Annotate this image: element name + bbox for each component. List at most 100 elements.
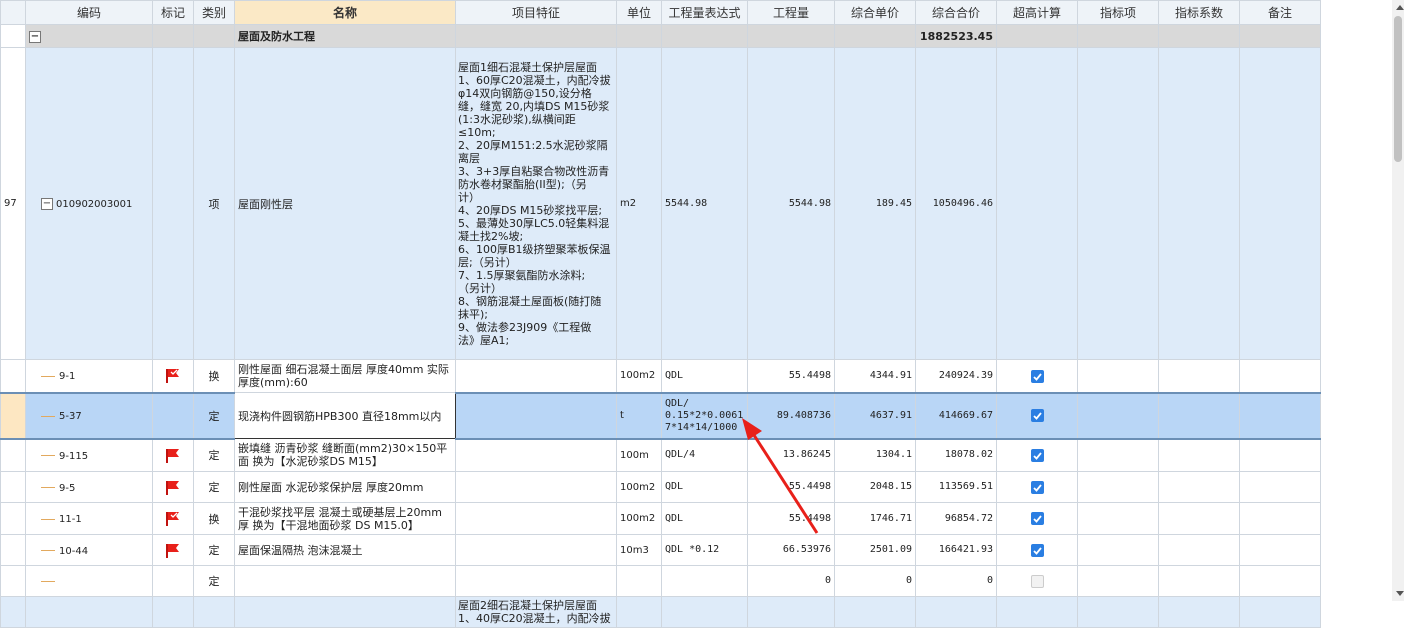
quota-code-cell[interactable]: 9-115 bbox=[25, 438, 153, 472]
item-features[interactable]: 屋面2细石混凝土保护层屋面 1、40厚C20混凝土，内配冷拔 bbox=[455, 596, 617, 628]
checkbox-checked-icon[interactable] bbox=[1030, 480, 1044, 494]
item-name[interactable]: 屋面刚性层 bbox=[234, 47, 456, 360]
quota-quantity[interactable]: 13.86245 bbox=[747, 438, 835, 472]
item-category[interactable]: 项 bbox=[193, 47, 235, 360]
quota-code-cell[interactable]: 9-5 bbox=[25, 471, 153, 503]
over-height-checkbox[interactable] bbox=[996, 471, 1078, 503]
header-unit[interactable]: 单位 bbox=[616, 0, 662, 25]
quota-row[interactable]: 9-1 换 刚性屋面 细石混凝土面层 厚度40mm 实际厚度(mm):60 10… bbox=[0, 359, 1321, 393]
quota-category[interactable]: 定 bbox=[193, 438, 235, 472]
quota-unit[interactable]: 100m2 bbox=[616, 471, 662, 503]
over-height-checkbox[interactable] bbox=[996, 534, 1078, 566]
item-unit[interactable]: m2 bbox=[616, 47, 662, 360]
quota-unit[interactable]: 100m2 bbox=[616, 502, 662, 535]
quota-name[interactable]: 屋面保温隔热 泡沫混凝土 bbox=[234, 534, 456, 566]
quota-code-cell[interactable]: 11-1 bbox=[25, 502, 153, 535]
quota-name[interactable]: 刚性屋面 细石混凝土面层 厚度40mm 实际厚度(mm):60 bbox=[234, 359, 456, 393]
checkbox-unchecked-icon[interactable] bbox=[1030, 574, 1044, 588]
quota-mark[interactable] bbox=[152, 471, 194, 503]
group-row[interactable]: − 屋面及防水工程 1882523.45 bbox=[0, 24, 1321, 48]
quota-quantity[interactable]: 55.4498 bbox=[747, 359, 835, 393]
bill-item-row-next[interactable]: 屋面2细石混凝土保护层屋面 1、40厚C20混凝土，内配冷拔 bbox=[0, 596, 1321, 628]
item-quantity-expression[interactable]: 5544.98 bbox=[661, 47, 748, 360]
quota-quantity[interactable]: 89.408736 bbox=[747, 391, 835, 440]
quota-unit-price[interactable]: 1746.71 bbox=[834, 502, 916, 535]
header-over-height[interactable]: 超高计算 bbox=[996, 0, 1078, 25]
quota-name[interactable] bbox=[234, 565, 456, 597]
minus-box-icon[interactable]: − bbox=[41, 198, 53, 210]
header-unit-price[interactable]: 综合单价 bbox=[834, 0, 916, 25]
quota-quantity-expression[interactable] bbox=[661, 565, 748, 597]
quota-quantity[interactable]: 0 bbox=[747, 565, 835, 597]
quota-category[interactable]: 定 bbox=[193, 565, 235, 597]
header-category[interactable]: 类别 bbox=[193, 0, 235, 25]
quota-code-cell[interactable]: 5-37 bbox=[25, 391, 153, 440]
quota-row-selected[interactable]: 5-37 定 现浇构件圆钢筋HPB300 直径18mm以内 t QDL/ 0.1… bbox=[0, 391, 1321, 440]
quota-quantity[interactable]: 55.4498 bbox=[747, 471, 835, 503]
quota-quantity[interactable]: 55.4498 bbox=[747, 502, 835, 535]
quota-unit[interactable] bbox=[616, 565, 662, 597]
header-row-index[interactable] bbox=[0, 0, 26, 25]
quota-code-cell[interactable] bbox=[25, 565, 153, 597]
header-mark[interactable]: 标记 bbox=[152, 0, 194, 25]
group-name[interactable]: 屋面及防水工程 bbox=[234, 24, 456, 48]
over-height-checkbox[interactable] bbox=[996, 438, 1078, 472]
scrollbar-thumb[interactable] bbox=[1394, 16, 1402, 162]
item-quantity[interactable]: 5544.98 bbox=[747, 47, 835, 360]
quota-quantity-expression[interactable]: QDL bbox=[661, 471, 748, 503]
checkbox-checked-icon[interactable] bbox=[1030, 512, 1044, 526]
quota-quantity-expression[interactable]: QDL/ 0.15*2*0.0061 7*14*14/1000 bbox=[661, 391, 748, 440]
quota-name[interactable]: 干混砂浆找平层 混凝土或硬基层上20mm厚 换为【干混地面砂浆 DS M15.0… bbox=[234, 502, 456, 535]
quota-mark[interactable] bbox=[152, 359, 194, 393]
quota-mark[interactable] bbox=[152, 534, 194, 566]
header-index-item[interactable]: 指标项 bbox=[1077, 0, 1159, 25]
checkbox-checked-icon[interactable] bbox=[1030, 369, 1044, 383]
quota-unit-price[interactable]: 1304.1 bbox=[834, 438, 916, 472]
quota-mark[interactable] bbox=[152, 565, 194, 597]
quota-unit-price[interactable]: 2501.09 bbox=[834, 534, 916, 566]
checkbox-checked-icon[interactable] bbox=[1030, 409, 1044, 423]
quota-category[interactable]: 换 bbox=[193, 359, 235, 393]
item-mark[interactable] bbox=[152, 47, 194, 360]
quota-row[interactable]: 11-1 换 干混砂浆找平层 混凝土或硬基层上20mm厚 换为【干混地面砂浆 D… bbox=[0, 502, 1321, 535]
quota-row[interactable]: 10-44 定 屋面保温隔热 泡沫混凝土 10m3 QDL *0.12 66.5… bbox=[0, 534, 1321, 566]
quota-mark[interactable] bbox=[152, 502, 194, 535]
header-code[interactable]: 编码 bbox=[25, 0, 153, 25]
item-code-cell[interactable]: −010902003001 bbox=[25, 47, 153, 360]
header-index-coefficient[interactable]: 指标系数 bbox=[1158, 0, 1240, 25]
quota-unit-price[interactable]: 4637.91 bbox=[834, 391, 916, 440]
quota-category[interactable]: 定 bbox=[193, 471, 235, 503]
quota-quantity-expression[interactable]: QDL bbox=[661, 502, 748, 535]
quota-code-cell[interactable]: 10-44 bbox=[25, 534, 153, 566]
quota-category[interactable]: 换 bbox=[193, 502, 235, 535]
checkbox-checked-icon[interactable] bbox=[1030, 449, 1044, 462]
quota-mark[interactable] bbox=[152, 391, 194, 440]
item-unit-price[interactable]: 189.45 bbox=[834, 47, 916, 360]
scroll-down-arrow-icon[interactable] bbox=[1396, 591, 1404, 596]
over-height-checkbox[interactable] bbox=[996, 565, 1078, 597]
quota-code-cell[interactable]: 9-1 bbox=[25, 359, 153, 393]
header-name[interactable]: 名称 bbox=[234, 0, 456, 25]
header-quantity[interactable]: 工程量 bbox=[747, 0, 835, 25]
quota-unit[interactable]: 100m bbox=[616, 438, 662, 472]
quota-quantity[interactable]: 66.53976 bbox=[747, 534, 835, 566]
header-remarks[interactable]: 备注 bbox=[1239, 0, 1321, 25]
bill-item-row[interactable]: 97 −010902003001 项 屋面刚性层 屋面1细石混凝土保护层屋面 1… bbox=[0, 47, 1321, 360]
minus-box-icon[interactable]: − bbox=[29, 30, 41, 43]
quota-name[interactable]: 刚性屋面 水泥砂浆保护层 厚度20mm bbox=[234, 471, 456, 503]
quota-category[interactable]: 定 bbox=[193, 534, 235, 566]
quota-name[interactable]: 嵌填缝 沥青砂浆 缝断面(mm2)30×150平面 换为【水泥砂浆DS M15】 bbox=[234, 438, 456, 472]
quota-category[interactable]: 定 bbox=[193, 391, 235, 440]
quota-row[interactable]: 9-115 定 嵌填缝 沥青砂浆 缝断面(mm2)30×150平面 换为【水泥砂… bbox=[0, 438, 1321, 472]
quota-unit-price[interactable]: 0 bbox=[834, 565, 916, 597]
quota-unit[interactable]: t bbox=[616, 391, 662, 440]
header-quantity-expression[interactable]: 工程量表达式 bbox=[661, 0, 748, 25]
quota-quantity-expression[interactable]: QDL bbox=[661, 359, 748, 393]
item-features[interactable]: 屋面1细石混凝土保护层屋面 1、60厚C20混凝土，内配冷拔 φ14双向钢筋@1… bbox=[455, 47, 617, 360]
quota-quantity-expression[interactable]: QDL *0.12 bbox=[661, 534, 748, 566]
quota-quantity-expression[interactable]: QDL/4 bbox=[661, 438, 748, 472]
scroll-up-arrow-icon[interactable] bbox=[1396, 5, 1404, 10]
quota-row[interactable]: 9-5 定 刚性屋面 水泥砂浆保护层 厚度20mm 100m2 QDL 55.4… bbox=[0, 471, 1321, 503]
quota-name[interactable]: 现浇构件圆钢筋HPB300 直径18mm以内 bbox=[234, 392, 456, 439]
over-height-checkbox[interactable] bbox=[996, 391, 1078, 440]
